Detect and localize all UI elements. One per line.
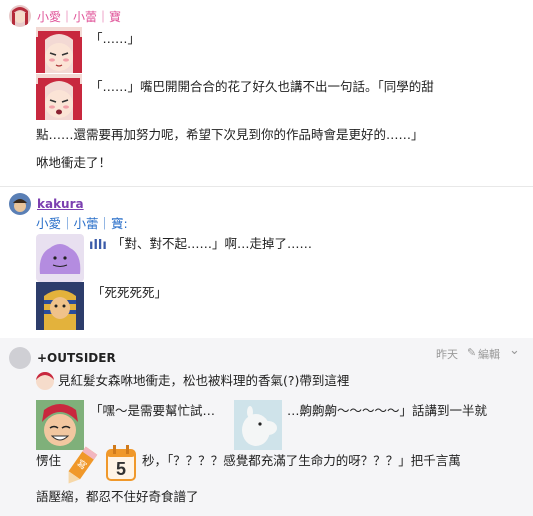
pencil-icon: 寫 [62,444,102,488]
inline-avatar-red-hair [36,372,54,390]
sticker-pharaoh [36,282,84,330]
avatar[interactable] [9,347,31,369]
post-3: +OUTSIDER 昨天 ✎ 編輯 ⌄ 見紅髮女森咻地衝走，松也被料理的香氣(?… [0,338,533,516]
post-2-line-1: 「對、對不起……」啊…走掉了…… [112,236,313,251]
post-3-line-1: 見紅髮女森咻地衝走，松也被料理的香氣(?)帶到這裡 [58,373,350,388]
post-time: 昨天 [436,348,458,361]
post-1-header: 小愛｜小蕾｜寶 [9,5,121,27]
chevron-down-icon[interactable]: ⌄ [509,343,520,358]
post-3-header: +OUTSIDER [9,347,116,369]
post-3-line-2a: 「嘿～是需要幫忙試… [90,403,216,418]
edit-button[interactable]: 編輯 [478,346,500,362]
mention-link[interactable]: 小愛｜小蕾｜寶: [36,215,128,233]
sticker-ditto [36,234,84,282]
avatar[interactable] [9,193,31,215]
post-1-line-2: 「……」嘴巴開開合合的花了好久也講不出一句話。「同學的甜 [90,79,434,94]
post-1-line-3: 點……還需要再加努力呢，希望下次見到你的作品時會是更好的……」 [36,127,424,142]
edit-icon[interactable]: ✎ [467,346,476,359]
post-3-line-3a: 愣住 [36,453,62,468]
sticker-blush-girl [36,27,82,73]
sound-wave-icon: ıllı [89,238,107,253]
post-3-line-2b: …齁齁齁～～～～～」話講到一半就 [287,403,488,418]
author-name[interactable]: +OUTSIDER [37,351,116,365]
author-name[interactable]: 小愛｜小蕾｜寶 [37,8,121,25]
post-3-line-3b: 秒，「？？？？感覺都充滿了生命力的呀？？？」把千言萬 [142,453,461,468]
sticker-grinning-boy [36,400,84,450]
avatar[interactable] [9,5,31,27]
sticker-moomin [234,400,282,450]
post-3-line-4: 語壓縮，都忍不住好奇食譜了 [36,489,199,504]
post-2-line-2: 「死死死死」 [92,285,168,300]
calendar-number: 5 [115,459,126,479]
author-name[interactable]: kakura [37,197,84,211]
post-1-line-1: 「……」 [90,31,141,46]
post-1-line-4: 咻地衝走了！ [36,155,112,170]
post-1: 小愛｜小蕾｜寶 「……」 「……」嘴巴開開合合的花了好久也講不出一句話。「同學的… [0,0,533,184]
post-2-header: kakura [9,193,84,215]
post-2: kakura 小愛｜小蕾｜寶: ıllı 「對、對不起……」啊…走掉了…… 「死… [0,186,533,336]
sticker-girl-open-mouth [36,74,82,120]
